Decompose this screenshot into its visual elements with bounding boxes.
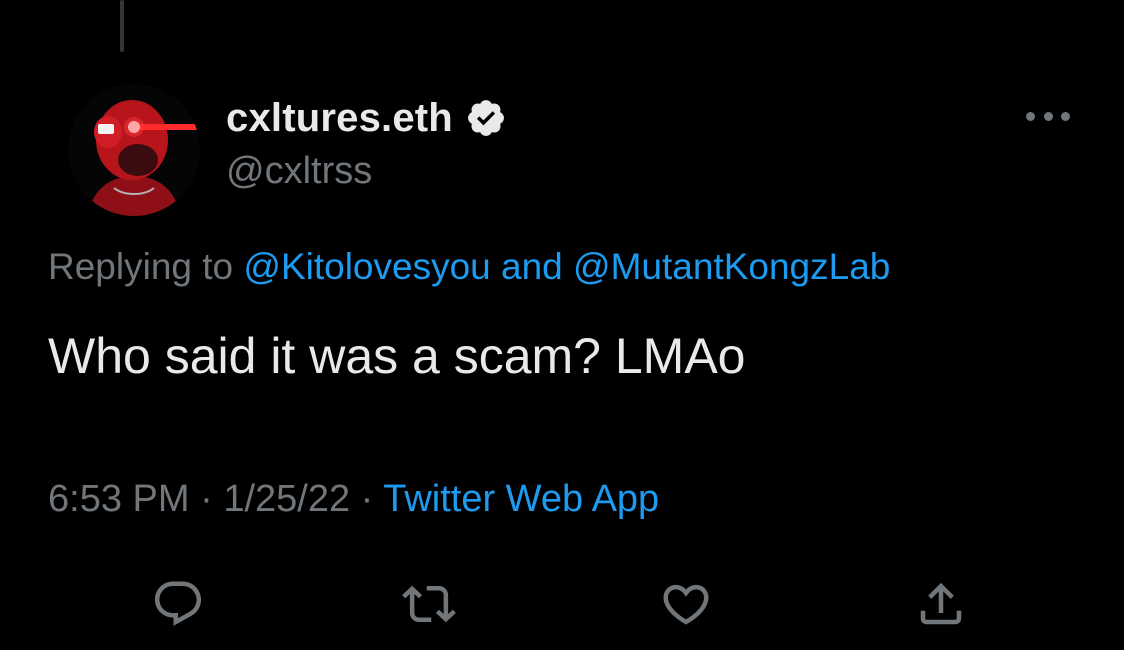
mention-link-mutantkongzlab[interactable]: @MutantKongzLab (573, 246, 890, 287)
like-button[interactable] (654, 572, 718, 636)
red-ape-avatar-icon (68, 84, 200, 216)
replying-to-line: Replying to @Kitolovesyou and @MutantKon… (48, 246, 890, 288)
replying-joiner: and (490, 246, 574, 287)
display-name[interactable]: cxltures.eth (226, 96, 453, 141)
more-options-icon[interactable] (1022, 104, 1074, 128)
retweet-button[interactable] (397, 572, 461, 636)
author-name-row[interactable]: cxltures.eth (226, 94, 507, 142)
mention-link-kitolovesyou[interactable]: @Kitolovesyou (243, 246, 490, 287)
tweet-action-bar (0, 572, 1124, 636)
meta-separator: · (350, 478, 384, 520)
avatar[interactable] (68, 84, 200, 216)
share-button[interactable] (909, 572, 973, 636)
meta-separator: · (189, 478, 224, 520)
author-handle[interactable]: @cxltrss (226, 150, 372, 193)
tweet-date[interactable]: 1/25/22 (223, 478, 350, 520)
tweet-time[interactable]: 6:53 PM (48, 478, 190, 520)
reply-button[interactable] (146, 572, 210, 636)
heart-icon (663, 584, 709, 625)
tweet-source-link[interactable]: Twitter Web App (383, 478, 659, 520)
tweet-metadata: 6:53 PM · 1/25/22 · Twitter Web App (48, 478, 659, 521)
verified-badge-icon (465, 97, 507, 139)
retweet-icon (402, 585, 456, 623)
share-icon (920, 582, 962, 625)
reply-icon (154, 581, 202, 626)
replying-prefix: Replying to (48, 246, 244, 287)
thread-connector-line (120, 0, 124, 52)
tweet-text: Who said it was a scam? LMAo (48, 328, 746, 384)
